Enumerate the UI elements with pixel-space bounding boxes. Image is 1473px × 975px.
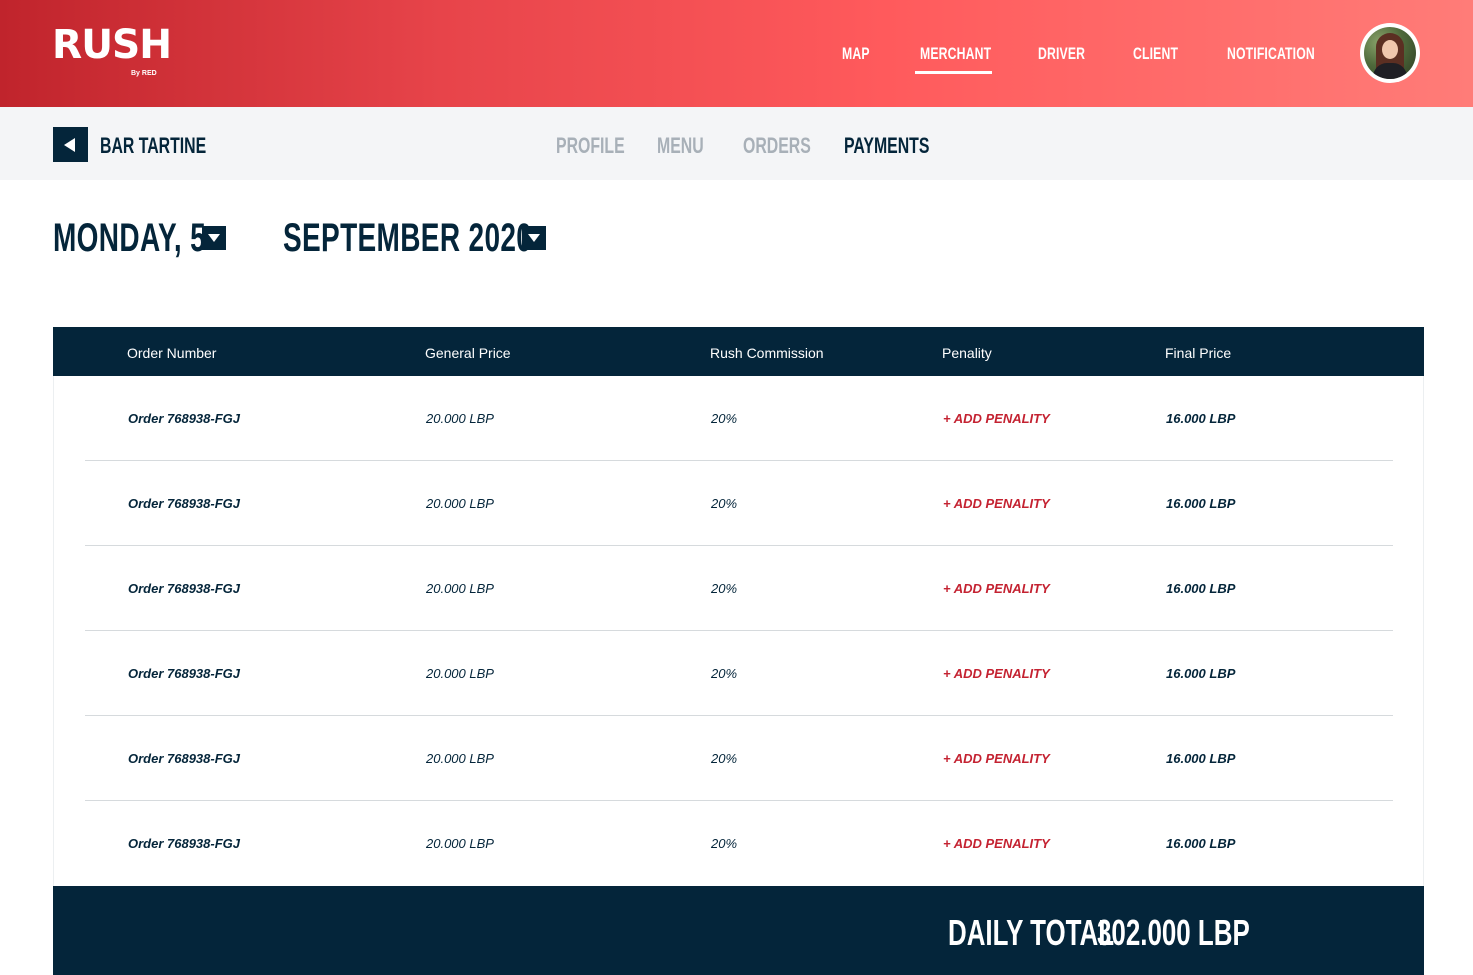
header-penality: Penality xyxy=(942,345,992,361)
tab-menu[interactable]: MENU xyxy=(657,133,704,159)
table-body: Order 768938-FGJ 20.000 LBP 20% + ADD PE… xyxy=(53,376,1424,886)
commission-cell: 20% xyxy=(711,666,738,681)
month-dropdown-button[interactable] xyxy=(522,226,546,250)
header-order-number: Order Number xyxy=(127,345,217,361)
final-price-cell: 16.000 LBP xyxy=(1166,666,1236,681)
order-number-cell: Order 768938-FGJ xyxy=(128,666,241,681)
commission-cell: 20% xyxy=(711,836,738,851)
logo-text: RUSH xyxy=(52,22,172,68)
active-nav-indicator xyxy=(915,71,992,74)
add-penality-link[interactable]: + ADD PENALITY xyxy=(943,581,1050,596)
merchant-subnav xyxy=(0,107,1473,180)
daily-total-bar: DAILY TOTAL 302.000 LBP xyxy=(53,886,1424,975)
final-price-cell: 16.000 LBP xyxy=(1166,496,1236,511)
month-selector-label[interactable]: SEPTEMBER 2020 xyxy=(283,216,532,261)
final-price-cell: 16.000 LBP xyxy=(1166,411,1236,426)
general-price-cell: 20.000 LBP xyxy=(426,581,494,596)
nav-client[interactable]: CLIENT xyxy=(1133,44,1178,64)
table-row: Order 768938-FGJ 20.000 LBP 20% + ADD PE… xyxy=(54,801,1425,886)
nav-notification[interactable]: NOTIFICATION xyxy=(1227,44,1315,64)
header-final-price: Final Price xyxy=(1165,345,1232,361)
order-number-cell: Order 768938-FGJ xyxy=(128,836,241,851)
tab-orders[interactable]: ORDERS xyxy=(743,133,811,159)
general-price-cell: 20.000 LBP xyxy=(426,496,494,511)
commission-cell: 20% xyxy=(711,751,738,766)
final-price-cell: 16.000 LBP xyxy=(1166,751,1236,766)
order-number-cell: Order 768938-FGJ xyxy=(128,751,241,766)
nav-map[interactable]: MAP xyxy=(842,44,870,64)
commission-cell: 20% xyxy=(711,496,738,511)
back-button[interactable] xyxy=(53,127,88,162)
general-price-cell: 20.000 LBP xyxy=(426,411,494,426)
header-rush-commission: Rush Commission xyxy=(710,345,824,361)
user-avatar[interactable] xyxy=(1360,23,1420,83)
tab-payments[interactable]: PAYMENTS xyxy=(844,133,929,159)
table-row: Order 768938-FGJ 20.000 LBP 20% + ADD PE… xyxy=(54,716,1425,801)
tab-profile[interactable]: PROFILE xyxy=(556,133,625,159)
nav-merchant[interactable]: MERCHANT xyxy=(920,44,991,64)
add-penality-link[interactable]: + ADD PENALITY xyxy=(943,411,1050,426)
day-dropdown-button[interactable] xyxy=(202,226,226,250)
merchant-name: BAR TARTINE xyxy=(100,133,207,158)
header-general-price: General Price xyxy=(425,345,511,361)
table-row: Order 768938-FGJ 20.000 LBP 20% + ADD PE… xyxy=(54,376,1425,461)
daily-total-label: DAILY TOTAL xyxy=(948,912,1115,953)
logo-subtext: By RED xyxy=(131,70,157,77)
add-penality-link[interactable]: + ADD PENALITY xyxy=(943,836,1050,851)
payments-table: Order Number General Price Rush Commissi… xyxy=(53,327,1424,975)
commission-cell: 20% xyxy=(711,581,738,596)
order-number-cell: Order 768938-FGJ xyxy=(128,581,241,596)
order-number-cell: Order 768938-FGJ xyxy=(128,496,241,511)
table-row: Order 768938-FGJ 20.000 LBP 20% + ADD PE… xyxy=(54,631,1425,716)
rush-logo[interactable]: RUSH By RED xyxy=(52,22,174,77)
final-price-cell: 16.000 LBP xyxy=(1166,836,1236,851)
top-navigation-bar: RUSH By RED MAP MERCHANT DRIVER CLIENT N… xyxy=(0,0,1473,107)
commission-cell: 20% xyxy=(711,411,738,426)
general-price-cell: 20.000 LBP xyxy=(426,666,494,681)
add-penality-link[interactable]: + ADD PENALITY xyxy=(943,751,1050,766)
add-penality-link[interactable]: + ADD PENALITY xyxy=(943,666,1050,681)
table-row: Order 768938-FGJ 20.000 LBP 20% + ADD PE… xyxy=(54,546,1425,631)
nav-driver[interactable]: DRIVER xyxy=(1038,44,1085,64)
general-price-cell: 20.000 LBP xyxy=(426,751,494,766)
daily-total-value: 302.000 LBP xyxy=(1097,912,1250,953)
final-price-cell: 16.000 LBP xyxy=(1166,581,1236,596)
table-header: Order Number General Price Rush Commissi… xyxy=(53,327,1424,376)
table-row: Order 768938-FGJ 20.000 LBP 20% + ADD PE… xyxy=(54,461,1425,546)
day-selector-label[interactable]: MONDAY, 5 xyxy=(53,216,206,261)
order-number-cell: Order 768938-FGJ xyxy=(128,411,241,426)
general-price-cell: 20.000 LBP xyxy=(426,836,494,851)
add-penality-link[interactable]: + ADD PENALITY xyxy=(943,496,1050,511)
avatar-photo xyxy=(1364,27,1416,79)
